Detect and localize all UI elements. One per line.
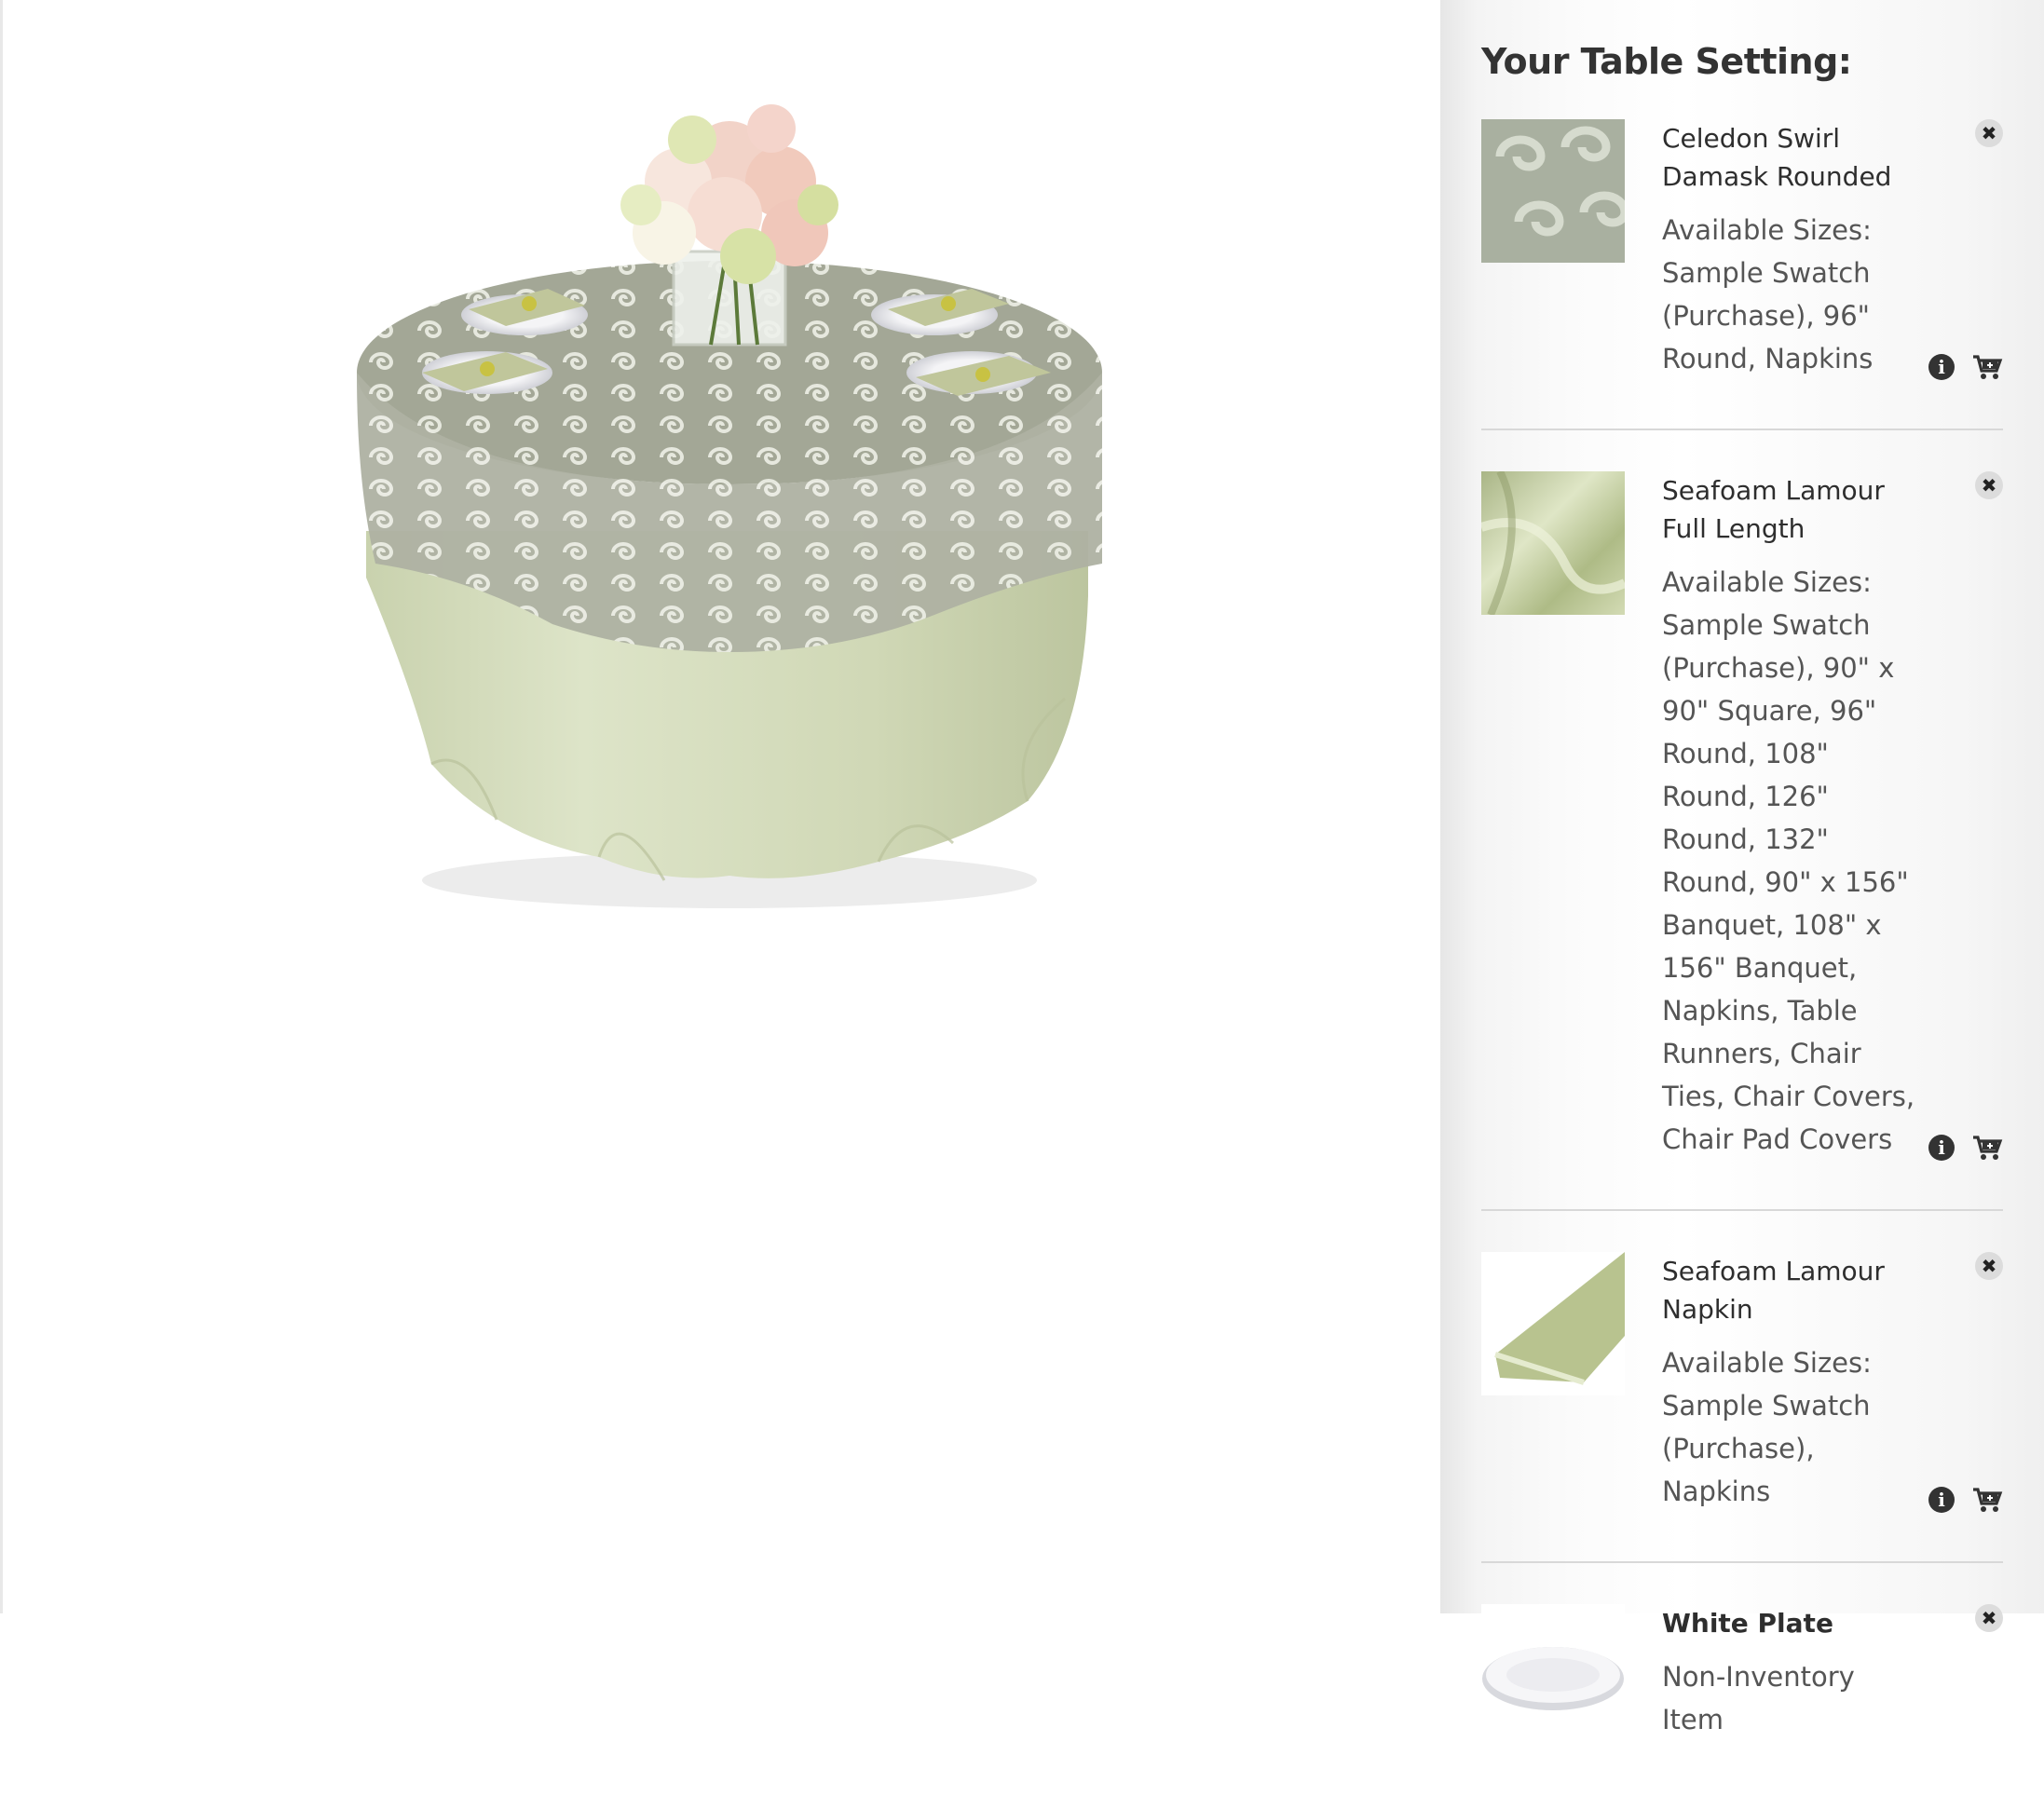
item-name: White Plate — [1662, 1608, 1833, 1639]
remove-item-button[interactable]: ✖ — [1975, 1252, 2003, 1280]
setting-item: White Plate Non-Inventory Item ✖ — [1481, 1604, 2003, 1796]
item-sizes: Non-Inventory Item — [1662, 1661, 1855, 1735]
item-sizes: Available Sizes: Sample Swatch (Purchase… — [1662, 214, 1874, 374]
table-setting-panel: Your Table Setting: Celedon Swirl Damask… — [1440, 0, 2044, 1748]
info-icon[interactable]: i — [1928, 1487, 1955, 1513]
info-icon[interactable]: i — [1928, 354, 1955, 380]
item-sizes: Available Sizes: Sample Swatch (Purchase… — [1662, 566, 1915, 1155]
add-to-cart-icon[interactable] — [1971, 354, 2003, 380]
setting-item: Seafoam Lamour Full Length Available Siz… — [1481, 471, 2003, 1211]
seafoam-napkin-thumbnail — [1481, 1252, 1625, 1395]
item-name: Seafoam Lamour Napkin — [1662, 1256, 1885, 1325]
panel-title: Your Table Setting: — [1481, 41, 1852, 82]
remove-item-button[interactable]: ✖ — [1975, 119, 2003, 147]
info-icon[interactable]: i — [1928, 1135, 1955, 1161]
white-plate-thumbnail — [1481, 1604, 1625, 1748]
item-sizes: Available Sizes: Sample Swatch (Purchase… — [1662, 1347, 1872, 1507]
add-to-cart-icon[interactable] — [1971, 1487, 2003, 1513]
celedon-swirl-thumbnail — [1481, 119, 1625, 263]
item-name: Celedon Swirl Damask Rounded — [1662, 123, 1892, 192]
table-setting-illustration — [357, 104, 1102, 908]
setting-item: Seafoam Lamour Napkin Available Sizes: S… — [1481, 1252, 2003, 1563]
setting-item: Celedon Swirl Damask Rounded Available S… — [1481, 119, 2003, 430]
add-to-cart-icon[interactable] — [1971, 1135, 2003, 1161]
table-preview-stage — [0, 0, 1440, 1613]
item-name: Seafoam Lamour Full Length — [1662, 475, 1885, 544]
remove-item-button[interactable]: ✖ — [1975, 471, 2003, 499]
seafoam-satin-thumbnail — [1481, 471, 1625, 615]
remove-item-button[interactable]: ✖ — [1975, 1604, 2003, 1632]
